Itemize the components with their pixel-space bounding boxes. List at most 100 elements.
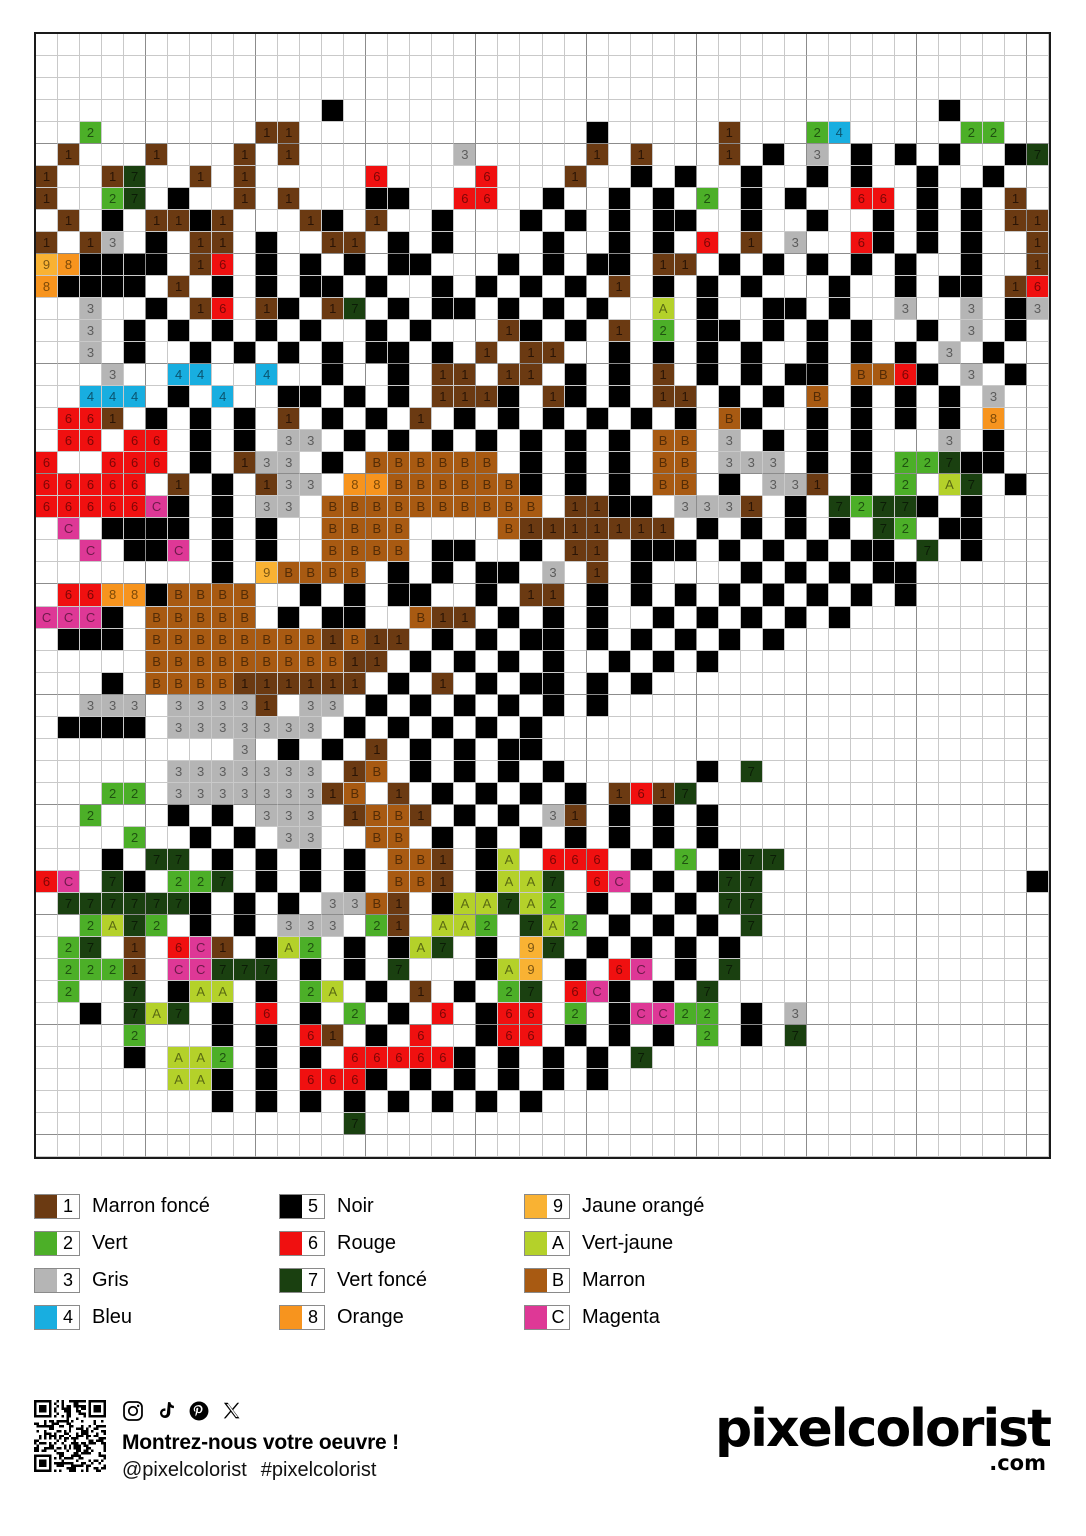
pixel-cell-code: 6: [64, 411, 73, 427]
legend-swatch-color: [280, 1306, 302, 1329]
pixel-cell: [344, 826, 367, 849]
tiktok-icon[interactable]: [155, 1400, 177, 1422]
pixel-cell: [190, 914, 213, 937]
pixel-cell: 3: [344, 892, 367, 915]
qr-code[interactable]: [34, 1400, 106, 1472]
pixel-cell: [190, 518, 213, 541]
pixel-cell: [190, 826, 213, 849]
pixel-cell: [652, 1134, 675, 1157]
pixel-cell: [762, 1134, 785, 1157]
pixel-cell: [696, 848, 719, 871]
pixel-cell: 1: [608, 320, 631, 343]
x-twitter-icon[interactable]: [221, 1400, 243, 1422]
pixel-cell: [982, 562, 1005, 585]
pixel-cell: [36, 738, 59, 761]
pixel-cell: [894, 34, 917, 57]
pixel-cell: [278, 56, 301, 79]
pixel-cell: 3: [80, 694, 103, 717]
pixel-cell: [938, 276, 961, 299]
pixel-cell: [564, 694, 587, 717]
social-block: Montrez-nous votre oeuvre ! @pixelcolori…: [122, 1398, 399, 1482]
social-handles: @pixelcolorist #pixelcolorist: [122, 1459, 399, 1482]
pixel-cell: [608, 34, 631, 57]
pixel-cell: B: [410, 848, 433, 871]
pixel-cell: [212, 430, 235, 453]
pixel-cell: [58, 386, 81, 409]
pixel-cell: [432, 430, 455, 453]
pixel-cell-code: 1: [527, 587, 535, 603]
pixel-cell: [168, 914, 191, 937]
pixel-cell: [278, 210, 301, 233]
pixel-cell-code: 3: [263, 719, 271, 735]
pixel-cell: [388, 606, 411, 629]
pixel-cell: [806, 650, 829, 673]
pixel-cell: [124, 1068, 147, 1091]
pixel-cell: [806, 408, 829, 431]
pixel-cell-code: B: [680, 455, 690, 471]
pixel-cell: [388, 232, 411, 255]
pixel-cell: [674, 1068, 697, 1091]
pixel-cell: [718, 848, 741, 871]
pixel-cell: 7: [828, 496, 851, 519]
pixel-cell: [762, 298, 785, 321]
pixel-cell: [872, 78, 895, 101]
pixel-cell-code: 2: [130, 829, 139, 845]
pixel-cell: 3: [322, 694, 345, 717]
pixel-cell: [146, 166, 169, 189]
pixel-cell: [58, 56, 81, 79]
pixel-cell: [784, 650, 807, 673]
pixel-cell: A: [278, 936, 301, 959]
pixel-cell-code: 1: [241, 191, 249, 207]
pixel-cell: [1026, 914, 1049, 937]
pixel-cell: [872, 386, 895, 409]
pixel-cell-code: 2: [64, 961, 73, 977]
pixel-cell: [982, 628, 1005, 651]
pixel-cell: [124, 672, 147, 695]
pixel-cell: [982, 254, 1005, 277]
pixel-cell: [630, 452, 653, 475]
pixel-cell: [212, 166, 235, 189]
pixel-cell: 1: [740, 496, 763, 519]
pixel-cell: [234, 1134, 257, 1157]
pixel-cell: [520, 254, 543, 277]
pixel-cell: [476, 276, 499, 299]
pixel-cell-code: 6: [152, 433, 161, 449]
pixel-cell-code: 3: [549, 807, 557, 823]
pixel-cell-code: B: [394, 455, 404, 471]
pixel-cell: 6: [498, 1002, 521, 1025]
pixel-cell: [410, 1112, 433, 1135]
pixel-cell: [498, 1046, 521, 1069]
pixel-cell: [806, 1134, 829, 1157]
pixel-cell: [740, 628, 763, 651]
pixel-cell: [476, 254, 499, 277]
pixel-cell: [542, 78, 565, 101]
pixel-cell: [740, 804, 763, 827]
pixel-cell: [564, 452, 587, 475]
pixel-cell: 1: [344, 760, 367, 783]
pixel-cell: [234, 804, 257, 827]
pixel-cell: [564, 56, 587, 79]
pixel-cell: [388, 1134, 411, 1157]
instagram-icon[interactable]: [122, 1400, 144, 1422]
pixel-cell: [1004, 584, 1027, 607]
pixel-cell: [674, 606, 697, 629]
pixel-cell-code: 6: [42, 455, 51, 471]
pixel-cell: [806, 804, 829, 827]
pinterest-icon[interactable]: [188, 1400, 210, 1422]
pixel-cell: [168, 166, 191, 189]
pixel-cell: [740, 672, 763, 695]
pixel-cell: 1: [454, 606, 477, 629]
pixel-cell: [168, 342, 191, 365]
pixel-cell: [146, 122, 169, 145]
pixel-cell-code: 6: [1033, 279, 1042, 295]
pixel-cell: 6: [80, 474, 103, 497]
pixel-cell: [366, 980, 389, 1003]
pixel-cell: 1: [520, 342, 543, 365]
pixel-cell: [564, 100, 587, 123]
pixel-cell: 1: [278, 122, 301, 145]
pixel-cell: [630, 716, 653, 739]
pixel-cell: 1: [256, 694, 279, 717]
pixel-cell: 3: [256, 452, 279, 475]
pixel-cell: [872, 1024, 895, 1047]
pixel-cell: [784, 804, 807, 827]
